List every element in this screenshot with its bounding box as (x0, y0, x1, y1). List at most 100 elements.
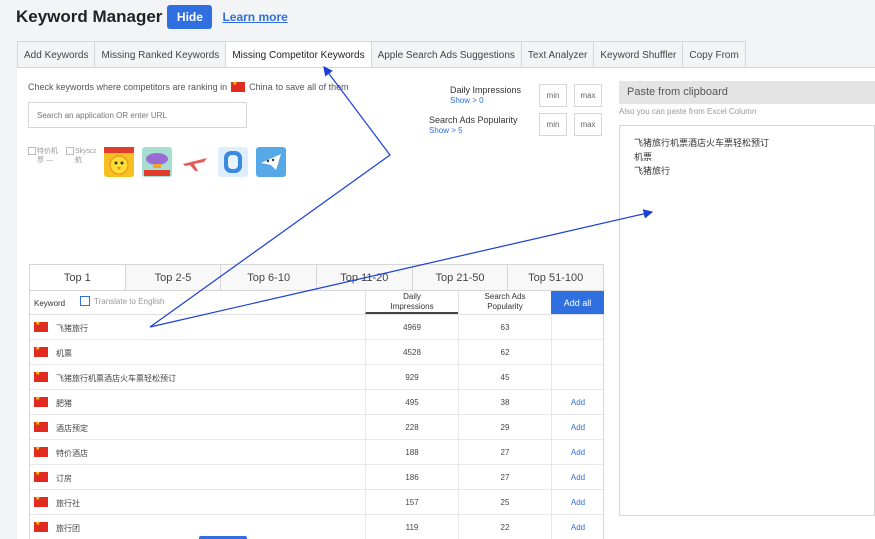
keyword-cell: 飞猪旅行 (56, 324, 88, 333)
broken-image-icon[interactable]: 特价机票 — (28, 147, 58, 177)
table-header: Keyword Translate to English Daily Impres… (30, 291, 604, 315)
add-keyword-button[interactable]: Add (551, 515, 604, 539)
popularity-cell: 29 (458, 415, 551, 440)
paste-line: 飞猪旅行 (634, 166, 671, 176)
learn-more-link[interactable]: Learn more (222, 10, 287, 24)
table-row: 旅行团 11922Add (30, 515, 603, 539)
add-keyword-button[interactable]: Add (551, 490, 604, 515)
popularity-cell: 62 (458, 340, 551, 365)
competitor-apps: 特价机票 — Skyscanner 航 (28, 147, 294, 177)
popularity-cell: 25 (458, 490, 551, 515)
impressions-column-header[interactable]: Daily Impressions (365, 291, 458, 314)
popularity-min-input[interactable]: min (539, 113, 567, 136)
add-keyword-button[interactable]: Add (551, 415, 604, 440)
impressions-cell: 495 (365, 390, 458, 415)
add-keyword-button[interactable] (551, 315, 604, 340)
impressions-cell: 4969 (365, 315, 458, 340)
page-title: Keyword Manager (16, 7, 163, 26)
china-flag-icon (34, 445, 48, 457)
popularity-cell: 45 (458, 365, 551, 390)
popularity-cell: 22 (458, 515, 551, 539)
china-flag-icon (34, 345, 48, 357)
blimp-app-icon[interactable] (142, 147, 172, 177)
add-keyword-button[interactable] (551, 340, 604, 365)
tab-top-51-100[interactable]: Top 51-100 (507, 264, 605, 290)
app-search-input[interactable] (28, 102, 247, 128)
broken-image-icon[interactable]: Skyscanner 航 (66, 147, 96, 177)
tab-apple-search-ads-suggestions[interactable]: Apple Search Ads Suggestions (370, 41, 521, 68)
tab-copy-from[interactable]: Copy From (682, 41, 746, 68)
tab-top-1[interactable]: Top 1 (29, 264, 125, 290)
add-all-button[interactable]: Add all (551, 291, 604, 314)
table-row: 旅行社 15725Add (30, 490, 603, 515)
add-keyword-button[interactable] (551, 365, 604, 390)
popularity-filter-label: Search Ads Popularity (429, 115, 518, 125)
keyword-cell: 特价酒店 (56, 449, 88, 458)
tab-add-keywords[interactable]: Add Keywords (17, 41, 95, 68)
header: Keyword Manager Hide Learn more (16, 4, 288, 30)
phone-app-icon[interactable] (218, 147, 248, 177)
hide-button[interactable]: Hide (167, 5, 213, 29)
rank-tabs: Top 1 Top 2-5 Top 6-10 Top 11-20 Top 21-… (29, 264, 605, 291)
popularity-cell: 63 (458, 315, 551, 340)
paste-from-clipboard-button[interactable]: Paste from clipboard (619, 81, 875, 104)
translate-toggle[interactable]: Translate to English (80, 296, 164, 306)
tab-text-analyzer[interactable]: Text Analyzer (520, 41, 594, 68)
paperplane-app-icon[interactable] (256, 147, 286, 177)
china-flag-icon (34, 370, 48, 382)
tab-missing-ranked-keywords[interactable]: Missing Ranked Keywords (94, 41, 226, 68)
plane-app-icon[interactable] (180, 147, 210, 177)
competitor-panel: Check keywords where competitors are ran… (17, 67, 609, 539)
table-row: 飞猪旅行机票酒店火车票轻松预订 92945 (30, 365, 603, 390)
keyword-cell: 旅行团 (56, 524, 80, 533)
paste-line: 飞猪旅行机票酒店火车票轻松预订 (634, 138, 770, 148)
tab-top-2-5[interactable]: Top 2-5 (124, 264, 221, 290)
keyword-cell: 订房 (56, 474, 72, 483)
popularity-column-header[interactable]: Search Ads Popularity (458, 291, 551, 314)
tab-missing-competitor-keywords[interactable]: Missing Competitor Keywords (225, 41, 371, 68)
china-flag-icon (34, 420, 48, 432)
table-row: 酒店预定 22829Add (30, 415, 603, 440)
chick-app-icon[interactable] (104, 147, 134, 177)
table-row: 特价酒店 18827Add (30, 440, 603, 465)
china-flag-icon (34, 495, 48, 507)
add-keyword-button[interactable]: Add (551, 390, 604, 415)
impressions-filter-sub: Show > 0 (450, 96, 484, 105)
paste-textarea[interactable]: 飞猪旅行机票酒店火车票轻松预订 机票 飞猪旅行 (619, 125, 875, 516)
popularity-cell: 27 (458, 465, 551, 490)
paste-line: 机票 (634, 152, 653, 162)
impressions-max-input[interactable]: max (574, 84, 602, 107)
table-row: 飞猪旅行 496963 (30, 315, 603, 340)
tab-top-11-20[interactable]: Top 11-20 (316, 264, 412, 290)
table-row: 机票 452862 (30, 340, 603, 365)
popularity-max-input[interactable]: max (574, 113, 602, 136)
add-keyword-button[interactable]: Add (551, 440, 604, 465)
table-row: 肥猪 49538Add (30, 390, 603, 415)
add-keyword-button[interactable]: Add (551, 465, 604, 490)
tab-keyword-shuffler[interactable]: Keyword Shuffler (593, 41, 683, 68)
keyword-cell: 旅行社 (56, 499, 80, 508)
keyword-cell: 飞猪旅行机票酒店火车票轻松预订 (56, 374, 176, 383)
china-flag-icon[interactable] (231, 80, 246, 92)
china-flag-icon (34, 470, 48, 482)
translate-checkbox[interactable] (80, 296, 90, 306)
china-flag-icon (34, 320, 48, 332)
impressions-cell: 4528 (365, 340, 458, 365)
keywords-table: Keyword Translate to English Daily Impres… (29, 291, 604, 539)
keyword-cell: 肥猪 (56, 399, 72, 408)
popularity-cell: 38 (458, 390, 551, 415)
impressions-min-input[interactable]: min (539, 84, 567, 107)
tab-top-6-10[interactable]: Top 6-10 (220, 264, 317, 290)
keyword-cell: 酒店预定 (56, 424, 88, 433)
check-text-after: to save all of them (275, 82, 349, 92)
impressions-cell: 119 (365, 515, 458, 539)
popularity-filter-sub: Show > 5 (429, 126, 463, 135)
table-row: 订房 18627Add (30, 465, 603, 490)
impressions-cell: 228 (365, 415, 458, 440)
impressions-cell: 929 (365, 365, 458, 390)
impressions-cell: 186 (365, 465, 458, 490)
popularity-cell: 27 (458, 440, 551, 465)
tab-top-21-50[interactable]: Top 21-50 (411, 264, 508, 290)
country-name[interactable]: China (249, 82, 273, 92)
keyword-column-header: Keyword (34, 299, 66, 308)
